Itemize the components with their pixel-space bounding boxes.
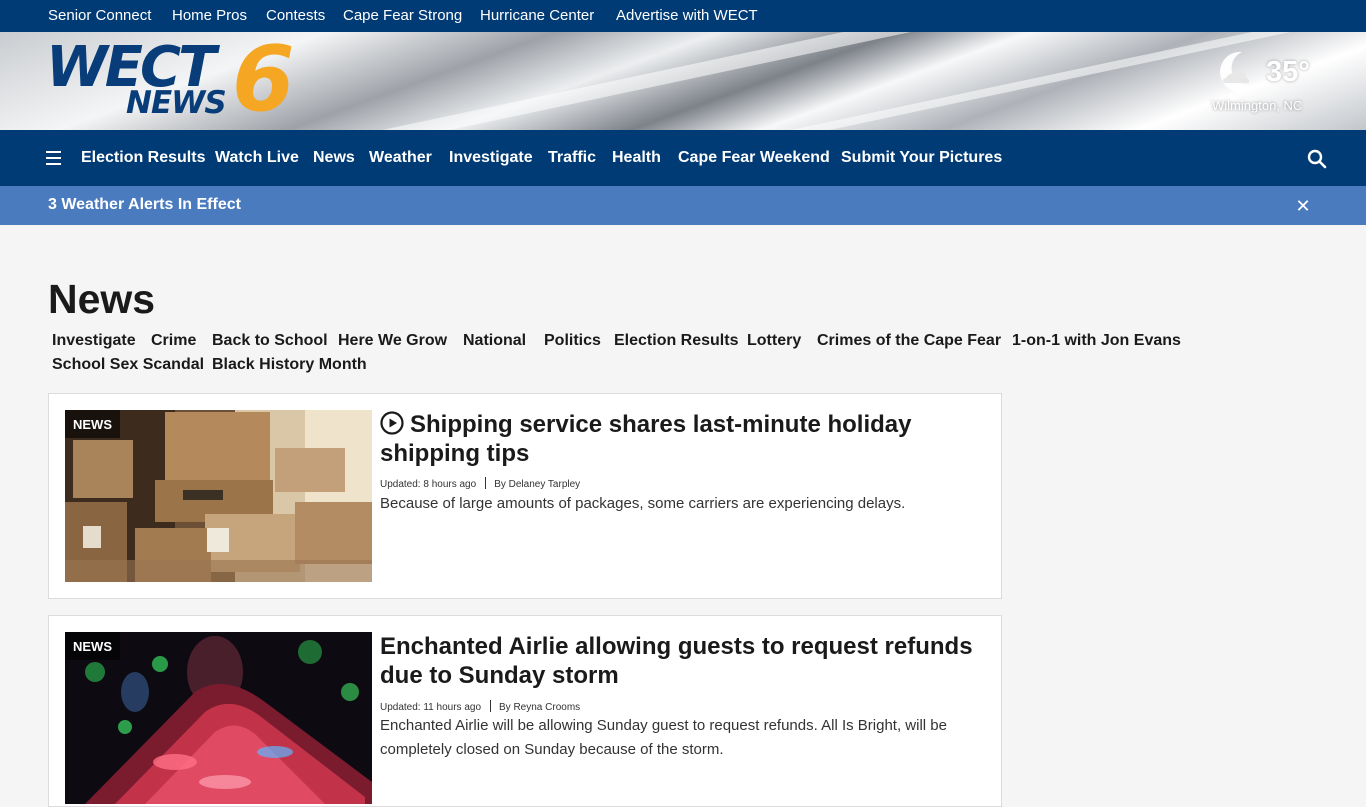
close-icon[interactable]: ✕: [1294, 197, 1312, 215]
subnav-investigate[interactable]: Investigate: [52, 332, 136, 350]
article-headline[interactable]: Shipping service shares last-minute holi…: [380, 410, 980, 468]
subnav-back-to-school[interactable]: Back to School: [212, 332, 328, 350]
meta-divider: [485, 477, 487, 489]
meta-divider: [490, 700, 492, 712]
article-byline[interactable]: By Delaney Tarpley: [494, 479, 580, 490]
nav-submit-pictures[interactable]: Submit Your Pictures: [841, 149, 1002, 167]
nav-news[interactable]: News: [313, 149, 355, 167]
subnav-crime[interactable]: Crime: [151, 332, 196, 350]
station-logo[interactable]: WECT NEWS 6: [46, 34, 316, 126]
play-video-icon: [380, 411, 404, 435]
article-thumbnail[interactable]: NEWS: [65, 632, 372, 804]
nav-traffic[interactable]: Traffic: [548, 149, 596, 167]
subnav-election-results[interactable]: Election Results: [614, 332, 738, 350]
article-headline-text: Shipping service shares last-minute holi…: [380, 411, 912, 467]
subnav-1-on-1-jon-evans[interactable]: 1-on-1 with Jon Evans: [1012, 332, 1181, 350]
weather-location: Wilmington, NC: [1212, 98, 1303, 113]
category-tag: NEWS: [65, 632, 120, 660]
article-updated: Updated: 11 hours ago: [380, 702, 482, 713]
article-headline-text: Enchanted Airlie allowing guests to requ…: [380, 633, 973, 689]
link-cape-fear-strong[interactable]: Cape Fear Strong: [343, 7, 462, 24]
article-byline[interactable]: By Reyna Crooms: [499, 702, 580, 713]
article-updated: Updated: 8 hours ago: [380, 479, 477, 490]
article-summary: Enchanted Airlie will be allowing Sunday…: [380, 717, 947, 758]
nav-weather[interactable]: Weather: [369, 149, 432, 167]
article-summary: Because of large amounts of packages, so…: [380, 495, 906, 512]
article-meta: Updated: 8 hours ago By Delaney Tarpley: [380, 477, 580, 490]
link-contests[interactable]: Contests: [266, 7, 325, 24]
link-home-pros[interactable]: Home Pros: [172, 7, 247, 24]
subnav-school-sex-scandal[interactable]: School Sex Scandal: [52, 356, 204, 374]
weather-alert-link[interactable]: 3 Weather Alerts In Effect: [48, 196, 241, 214]
search-icon[interactable]: [1306, 148, 1328, 170]
main-navigation: Election Results Watch Live News Weather…: [0, 130, 1366, 186]
masthead: WECT NEWS 6 35° Wilmington, NC: [0, 32, 1366, 130]
nav-cape-fear-weekend[interactable]: Cape Fear Weekend: [678, 149, 830, 167]
page-title: News: [48, 276, 156, 322]
subnav-national[interactable]: National: [463, 332, 526, 350]
link-advertise[interactable]: Advertise with WECT: [616, 7, 758, 24]
utility-bar: Senior Connect Home Pros Contests Cape F…: [0, 0, 1366, 32]
subnav-here-we-grow[interactable]: Here We Grow: [338, 332, 447, 350]
weather-widget[interactable]: 35° Wilmington, NC: [1208, 46, 1328, 116]
article-thumbnail[interactable]: NEWS: [65, 410, 372, 582]
article-card: NEWS Enchanted Airlie allowing guests to…: [48, 615, 1002, 807]
article-card: NEWS Shipping service shares last-minute…: [48, 393, 1002, 599]
nav-health[interactable]: Health: [612, 149, 661, 167]
subnav-lottery[interactable]: Lottery: [747, 332, 801, 350]
current-temperature: 35°: [1266, 56, 1310, 88]
logo-six-text: 6: [232, 32, 295, 130]
article-headline[interactable]: Enchanted Airlie allowing guests to requ…: [380, 632, 980, 690]
subnav-crimes-of-the-cape-fear[interactable]: Crimes of the Cape Fear: [817, 332, 1001, 350]
subnav-black-history-month[interactable]: Black History Month: [212, 356, 367, 374]
nav-election-results[interactable]: Election Results: [81, 149, 205, 167]
nav-investigate[interactable]: Investigate: [449, 149, 533, 167]
link-hurricane-center[interactable]: Hurricane Center: [480, 7, 594, 24]
article-meta: Updated: 11 hours ago By Reyna Crooms: [380, 700, 580, 713]
category-tag: NEWS: [65, 410, 120, 438]
nav-watch-live[interactable]: Watch Live: [215, 149, 299, 167]
weather-alert-bar: 3 Weather Alerts In Effect ✕: [0, 186, 1366, 225]
link-senior-connect[interactable]: Senior Connect: [48, 7, 151, 24]
subnav-politics[interactable]: Politics: [544, 332, 601, 350]
logo-news-text: NEWS: [126, 85, 227, 121]
moon-icon: [1220, 51, 1256, 92]
hamburger-menu-icon[interactable]: [44, 148, 64, 168]
